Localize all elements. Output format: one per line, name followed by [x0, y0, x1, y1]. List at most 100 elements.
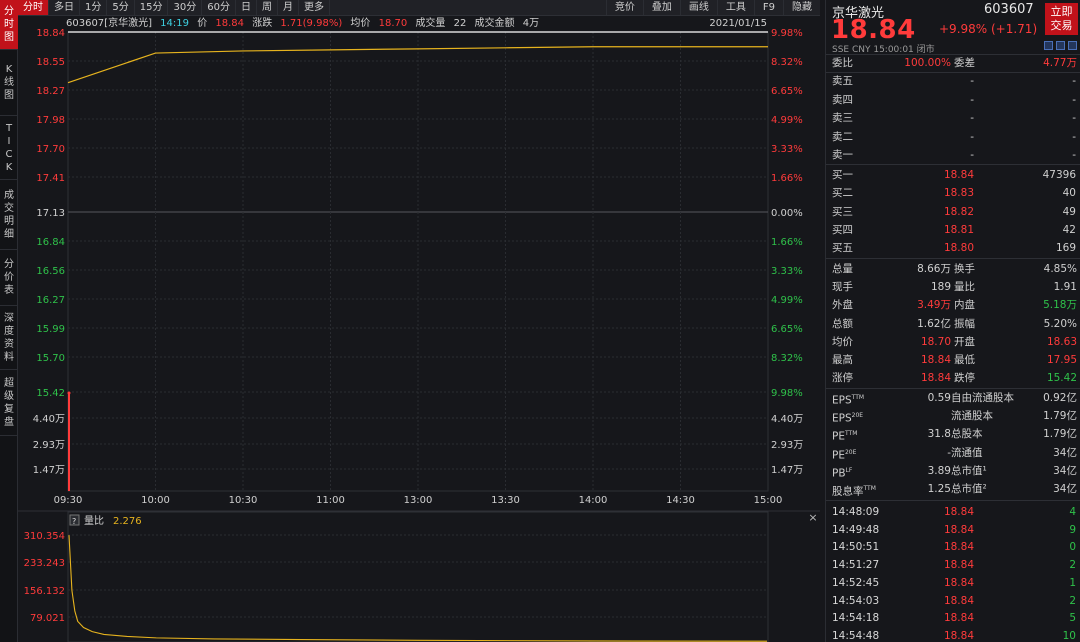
left-tab-char: 图 — [4, 90, 14, 101]
left-tab-0[interactable]: 分时图 — [0, 0, 18, 50]
close-panel-icon[interactable]: × — [808, 511, 817, 524]
y-tick-left: 15.70 — [36, 353, 65, 364]
edit-icon[interactable] — [1044, 41, 1053, 50]
x-tick: 13:30 — [491, 495, 520, 506]
period-tab-0[interactable]: 分时 — [18, 0, 49, 15]
ask-price: - — [970, 75, 974, 87]
trade-price: 18.84 — [943, 541, 974, 554]
trade-volume: 10 — [1062, 629, 1076, 642]
stat-value: 189 — [930, 281, 951, 294]
trade-volume: 1 — [1069, 576, 1076, 589]
period-tab-10[interactable]: 更多 — [299, 0, 330, 15]
stat-label: 外盘 — [832, 299, 853, 312]
settings-icon[interactable] — [1068, 41, 1077, 50]
y-tick-right: 9.98% — [771, 28, 803, 39]
tool-button-0[interactable]: 竞价 — [605, 0, 643, 15]
tool-button-1[interactable]: 叠加 — [642, 0, 680, 15]
weibi-label: 委比 — [832, 57, 853, 69]
left-tab-3[interactable]: 成交明细 — [0, 180, 18, 250]
bid-volume: 49 — [1062, 205, 1076, 218]
stat-label: 现手 — [832, 281, 853, 294]
ratio-value: 2.276 — [113, 516, 142, 527]
x-tick: 15:00 — [754, 495, 783, 506]
left-tab-2[interactable]: TICK — [0, 116, 18, 180]
period-tab-1[interactable]: 多日 — [49, 0, 80, 15]
y-tick-right: 9.98% — [771, 388, 803, 399]
quote-row: 外盘 3.49万 内盘 5.18万 — [826, 296, 1080, 314]
ask-price: - — [970, 93, 974, 106]
period-tab-2[interactable]: 1分 — [80, 0, 108, 15]
stat-value: 18.70 — [920, 335, 951, 348]
trade-row: 14:54:18 18.84 5 — [826, 609, 1080, 627]
trade-time: 14:49:48 — [832, 523, 880, 536]
left-tab-char: 细 — [4, 228, 14, 240]
trade-volume: 2 — [1069, 559, 1076, 572]
y-tick-right: 3.33% — [771, 266, 803, 277]
fin-value-2: 34亿 — [1053, 446, 1077, 459]
fin-label-sup: LF — [845, 466, 853, 474]
left-tab-5[interactable]: 深度资料 — [0, 306, 18, 370]
bid-label: 买四 — [832, 223, 853, 236]
ask-label: 卖一 — [832, 149, 853, 161]
fin-value: 1.25 — [927, 483, 951, 495]
period-tab-7[interactable]: 日 — [236, 0, 257, 15]
fin-value-2: 1.79亿 — [1043, 428, 1077, 441]
bid-price: 18.83 — [943, 187, 974, 200]
fin-value-2: 1.79亿 — [1043, 410, 1077, 423]
period-tab-5[interactable]: 30分 — [168, 0, 203, 15]
left-tab-char: 盘 — [4, 416, 14, 428]
period-tab-4[interactable]: 15分 — [135, 0, 169, 15]
quote-row: 卖一 - - — [826, 146, 1080, 164]
vol-tick-left: 4.40万 — [33, 414, 65, 425]
left-tab-char: 级 — [4, 390, 14, 402]
y-tick-left: 18.55 — [36, 57, 65, 68]
left-tab-4[interactable]: 分价表 — [0, 250, 18, 306]
ask-volume: - — [1072, 149, 1076, 161]
alert-icon[interactable] — [1056, 41, 1065, 50]
period-tab-3[interactable]: 5分 — [107, 0, 135, 15]
left-tab-char: C — [5, 148, 13, 160]
quote-row: 买四 18.81 42 — [826, 221, 1080, 239]
tool-button-2[interactable]: 画线 — [679, 0, 717, 15]
bid-label: 买五 — [832, 242, 853, 255]
trade-time: 14:54:03 — [832, 594, 880, 607]
trade-time: 14:54:18 — [832, 612, 880, 625]
trade-time: 14:54:48 — [832, 629, 880, 642]
left-tab-char: 分 — [4, 6, 14, 17]
left-tab-char: I — [7, 135, 11, 147]
quote-row: 总额 1.62亿 振幅 5.20% — [826, 315, 1080, 333]
left-tab-1[interactable]: K线图 — [0, 50, 18, 116]
quote-panel: 京华激光 603607 立即 交易 18.84 +9.98% (+1.71) S… — [825, 0, 1080, 642]
left-tab-6[interactable]: 超级复盘 — [0, 370, 18, 436]
fin-label-text: 股息率 — [832, 485, 864, 498]
x-tick: 11:00 — [316, 495, 345, 506]
y-tick-right: 8.32% — [771, 57, 803, 68]
quote-row: 均价 18.70 开盘 18.63 — [826, 333, 1080, 351]
trade-price: 18.84 — [943, 576, 974, 589]
period-tab-6[interactable]: 60分 — [202, 0, 236, 15]
tool-button-3[interactable]: 工具 — [716, 0, 754, 15]
y-tick-left: 17.70 — [36, 144, 65, 155]
price-change: +9.98% (+1.71) — [939, 22, 1038, 36]
trade-price: 18.84 — [943, 629, 974, 642]
trade-row: 14:54:48 18.84 10 — [826, 627, 1080, 642]
trade-now-button[interactable]: 立即 交易 — [1045, 3, 1078, 35]
bid-volume: 47396 — [1042, 169, 1076, 181]
quote-row: 涨停 18.84 跌停 15.42 — [826, 369, 1080, 387]
tool-button-5[interactable]: 隐藏 — [783, 0, 820, 15]
ask-price: - — [970, 149, 974, 161]
quote-row: PETTM 31.8 总股本 1.79亿 — [826, 425, 1080, 443]
tool-button-4[interactable]: F9 — [753, 0, 783, 15]
fin-label-sup: 20E — [851, 412, 864, 420]
period-tab-9[interactable]: 月 — [278, 0, 299, 15]
left-tab-char: 复 — [4, 403, 14, 415]
toolbar-right: 竞价 叠加 画线 工具 F9 隐藏 — [605, 0, 820, 15]
left-tab-char: K — [5, 161, 13, 173]
period-tab-8[interactable]: 周 — [257, 0, 278, 15]
quote-row: EPS20E 流通股本 1.79亿 — [826, 407, 1080, 425]
trade-time: 14:52:45 — [832, 576, 880, 589]
intraday-price-chart[interactable]: 18.84 9.98% 18.55 8.32% 18.27 6.65% 17.98 4.99%… — [18, 17, 820, 642]
fin-label-2: 自由流通股本 — [951, 392, 1014, 404]
x-tick: 10:00 — [141, 495, 170, 506]
vol-tick-right: 4.40万 — [771, 414, 803, 425]
